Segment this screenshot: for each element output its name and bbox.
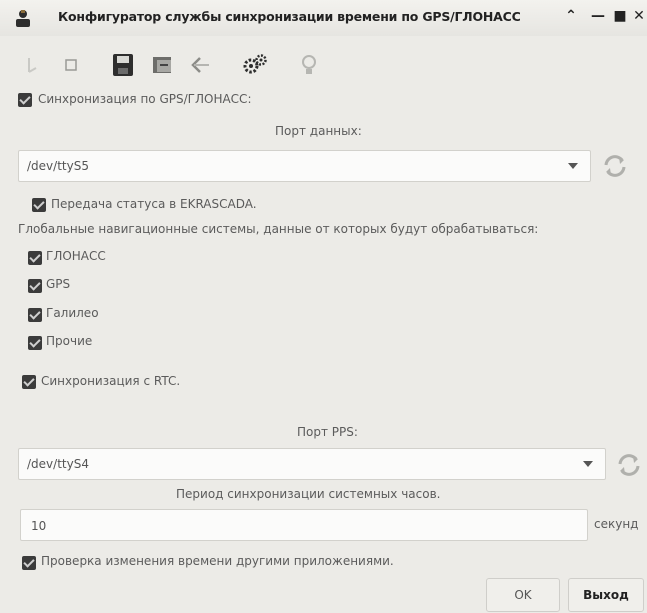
gps-sync-label: Синхронизация по GPS/ГЛОНАСС: [38, 92, 252, 106]
undo-icon[interactable] [188, 52, 214, 78]
close-icon[interactable]: ✕ [630, 8, 647, 28]
system-glonass-checkbox[interactable] [28, 251, 42, 265]
system-other-checkbox[interactable] [28, 336, 42, 350]
title-bar[interactable]: Конфигуратор службы синхронизации времен… [0, 0, 647, 36]
system-other-label: Прочие [46, 334, 93, 348]
period-unit: секунд [594, 517, 639, 531]
save-icon[interactable] [110, 52, 136, 78]
toolbar [0, 46, 647, 82]
minimize-icon[interactable]: — [589, 8, 607, 28]
system-gps-checkbox[interactable] [28, 279, 42, 293]
systems-label: Глобальные навигационные системы, данные… [18, 222, 539, 236]
restore-icon[interactable]: ■ [611, 8, 629, 28]
chevron-down-icon [583, 461, 593, 467]
rtc-sync-label: Синхронизация с RTC. [41, 374, 181, 388]
refresh-pps-icon[interactable] [614, 450, 644, 480]
exit-button[interactable]: Выход [568, 578, 644, 612]
system-glonass-label: ГЛОНАСС [46, 249, 106, 263]
time-check-checkbox[interactable] [22, 556, 36, 570]
data-port-select[interactable]: /dev/ttyS5 [18, 150, 591, 182]
back-icon[interactable] [20, 52, 46, 78]
load-icon[interactable] [150, 52, 176, 78]
period-input[interactable]: 10 [20, 509, 588, 541]
pps-port-select[interactable]: /dev/ttyS4 [18, 448, 606, 480]
app-icon [16, 10, 30, 27]
refresh-port-icon[interactable] [600, 151, 630, 181]
ekrascada-checkbox[interactable] [32, 198, 46, 212]
chevron-down-icon [568, 163, 578, 169]
maximize-icon[interactable]: ⌃ [562, 8, 580, 28]
system-galileo-label: Галилео [46, 306, 99, 320]
rtc-sync-checkbox[interactable] [22, 375, 36, 389]
system-galileo-checkbox[interactable] [28, 308, 42, 322]
window-title: Конфигуратор службы синхронизации времен… [58, 9, 521, 24]
period-value: 10 [31, 519, 47, 533]
pps-port-label: Порт PPS: [297, 425, 358, 439]
ok-button[interactable]: OK [486, 578, 560, 612]
ekrascada-label: Передача статуса в EKRASCADA. [51, 197, 257, 211]
gps-sync-checkbox[interactable] [18, 93, 32, 107]
time-check-label: Проверка изменения времени другими прило… [41, 554, 394, 568]
data-port-label: Порт данных: [275, 124, 362, 138]
config-window: Конфигуратор службы синхронизации времен… [0, 0, 647, 613]
info-icon[interactable] [296, 52, 322, 78]
data-port-value: /dev/ttyS5 [27, 159, 89, 173]
settings-icon[interactable] [242, 52, 268, 78]
system-gps-label: GPS [46, 277, 71, 291]
stop-icon[interactable] [58, 52, 84, 78]
pps-port-value: /dev/ttyS4 [27, 457, 89, 471]
period-label: Период синхронизации системных часов. [176, 487, 441, 501]
